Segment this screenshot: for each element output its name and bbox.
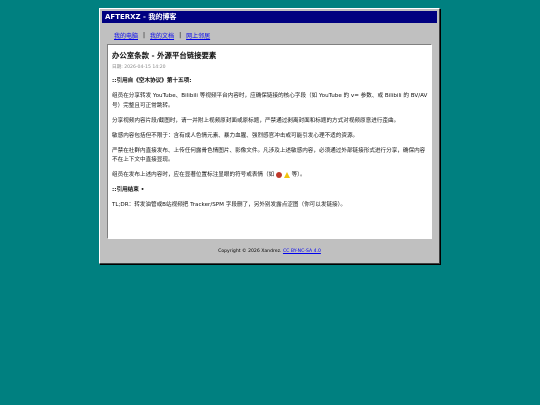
quote-header: ::引用自《空木协议》第十五项: [112, 78, 192, 84]
window-titlebar[interactable]: AFTERXZ - 我的博客 [102, 11, 437, 23]
red-circle-emoji-icon [276, 171, 283, 178]
paragraph-4: 严禁在社群内直接发布、上传任何露骨色情图片、影像文件。凡涉及上述敏感内容，必须通… [112, 147, 426, 164]
nav-separator: | [179, 31, 182, 39]
nav-link-my-computer[interactable]: 我的电脑 [114, 31, 138, 40]
nav-separator: | [143, 31, 146, 39]
license-link[interactable]: CC BY-NC-SA 4.0 [283, 249, 321, 254]
article-title: 办公室条款 - 外源平台链接要素 [112, 51, 217, 60]
paragraph-2: 分享视频内容片段/截图时，请一并附上视频原封面或原标题，严禁通过剥离封面和标题的… [112, 117, 400, 124]
nav-link-network[interactable]: 网上邻居 [186, 31, 210, 40]
paragraph-5-suffix: 等）。 [291, 172, 306, 178]
navbar: 我的电脑 | 我的文档 | 网上邻居 [107, 29, 432, 41]
window-content: 我的电脑 | 我的文档 | 网上邻居 办公室条款 - 外源平台链接要素 日期: … [103, 26, 436, 260]
paragraph-3: 敏感内容包括但不限于：含有成人色情元素、暴力血腥、强烈感官冲击或可能引发心理不适… [112, 132, 359, 139]
warning-emoji-icon [283, 171, 290, 178]
page-footer: Copyright © 2026 Xandrez. CC BY-NC-SA 4.… [103, 249, 436, 254]
copyright-text: Copyright © 2026 Xandrez. [218, 249, 282, 254]
tldr: TL;DR：转发油管或B站视频把 Tracker/SPM 字段删了，另外别发露点… [112, 202, 347, 208]
quote-footer: ::引用结束 • [112, 187, 145, 193]
paragraph-5: 组员在发布上述内容时，应在显著位置标注显眼的符号或表情（如 等）。 [112, 171, 428, 181]
blog-window: AFTERXZ - 我的博客 我的电脑 | 我的文档 | 网上邻居 办公室条款 … [99, 8, 440, 264]
article-panel: 办公室条款 - 外源平台链接要素 日期: 2026-04-15 14:20 ::… [107, 44, 432, 239]
nav-link-my-documents[interactable]: 我的文档 [150, 31, 174, 40]
paragraph-1: 组员在分享转发 YouTube、Bilibili 等视频平台内容时，应确保链接的… [112, 93, 428, 109]
article-date: 日期: 2026-04-15 14:20 [112, 65, 166, 70]
paragraph-5-text: 组员在发布上述内容时，应在显著位置标注显眼的符号或表情（如 [112, 172, 275, 178]
